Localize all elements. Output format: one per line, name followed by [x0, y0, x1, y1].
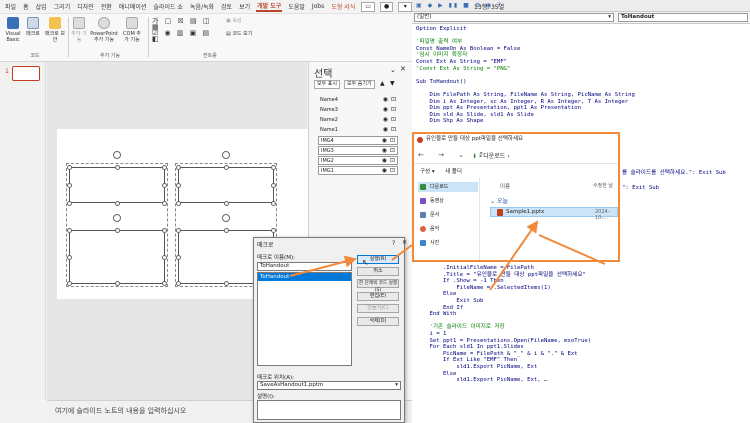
arrow-to-file — [538, 234, 606, 265]
arrow-to-run — [289, 255, 357, 277]
annotation-arrows — [289, 220, 606, 291]
arrow-to-dialog-1 — [391, 244, 413, 261]
arrow-to-file-2 — [489, 220, 539, 291]
mouse-cursor-icon: ↖ — [362, 258, 369, 267]
